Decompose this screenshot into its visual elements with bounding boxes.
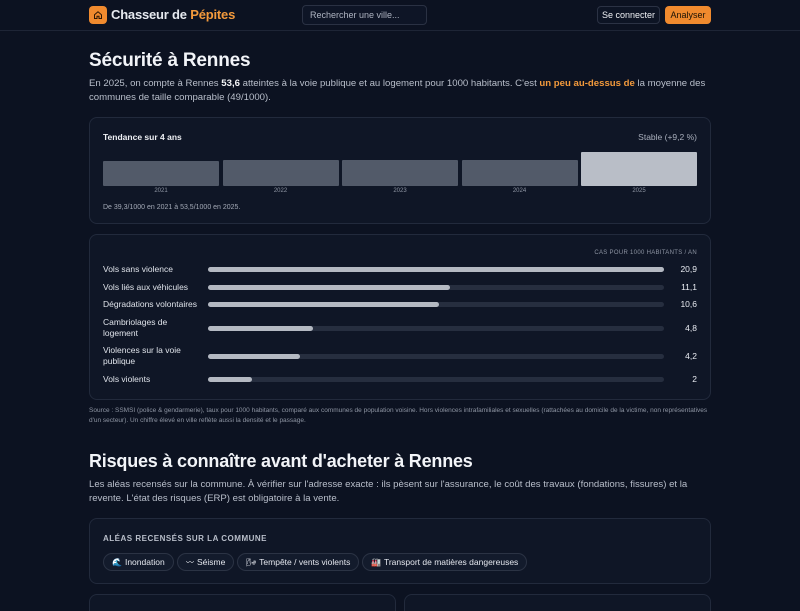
case-row-bar-fill — [208, 354, 300, 359]
case-row-value: 11,1 — [681, 282, 697, 292]
case-row-value: 20,9 — [680, 264, 697, 274]
login-button[interactable]: Se connecter — [597, 6, 660, 24]
intro-text-2: atteintes à la voie publique et au logem… — [239, 78, 540, 89]
case-row-bar-track — [208, 285, 664, 290]
factory-icon: 🏭 — [371, 557, 381, 567]
risks-card: ALÉAS RECENSÉS SUR LA COMMUNE 🌊 Inondatio… — [89, 518, 711, 584]
case-row-bar-track — [208, 267, 664, 272]
case-row-bar-track — [208, 354, 664, 359]
case-row-value: 4,2 — [685, 351, 697, 361]
top-bar: Chasseur de Pépites Se connecter Analyse… — [0, 0, 800, 31]
risk-chip-label: Tempête / vents violents — [259, 557, 351, 567]
case-row-value: 2 — [692, 374, 697, 384]
risk-chip[interactable]: 🌬 Tempête / vents violents — [237, 553, 360, 571]
trend-year-label: 2025 — [632, 188, 646, 194]
case-row-label: Vols sans violence — [103, 264, 173, 274]
case-row-bar-fill — [208, 267, 664, 272]
earthquake-icon: 〰 — [186, 557, 194, 567]
flood-icon: 🌊 — [112, 557, 122, 567]
source-note: Source : SSMSI (police & gendarmerie), t… — [89, 407, 708, 424]
case-row-label: Vols liés aux véhicules — [103, 282, 189, 292]
cases-card: CAS POUR 1000 HABITANTS / AN Vols sans v… — [89, 234, 711, 400]
trend-year-label: 2022 — [273, 188, 288, 194]
case-row-label: Cambriolages de logement — [103, 317, 168, 338]
risk-chip[interactable]: 🌊 Inondation — [103, 553, 174, 571]
risk-chip-label: Inondation — [124, 557, 165, 567]
city-search-input[interactable] — [302, 5, 427, 25]
home-logo-icon[interactable] — [89, 6, 107, 24]
risk-chip[interactable]: 🏭 Transport de matières dangereuses — [362, 553, 528, 571]
trend-bar-2021 — [103, 161, 219, 186]
next-card-right — [404, 594, 711, 611]
trend-bar-2025 — [581, 152, 697, 186]
case-row-value: 10,6 — [680, 299, 697, 309]
risks-card-title: ALÉAS RECENSÉS SUR LA COMMUNE — [103, 534, 267, 543]
trend-bar-2022 — [222, 160, 339, 186]
brand-name-accent: Pépites — [190, 7, 236, 22]
case-row-bar-fill — [208, 326, 313, 331]
trend-bars — [103, 148, 699, 186]
risks-intro: Les aléas recensés sur la commune. À vér… — [89, 479, 688, 504]
case-row-bar-track — [208, 302, 664, 307]
case-row-bar-track — [208, 377, 664, 382]
trend-bar-2024 — [461, 160, 578, 186]
trend-year-label: 2023 — [393, 188, 407, 194]
trend-year-label: 2024 — [512, 188, 527, 194]
trend-title: Tendance sur 4 ans — [103, 132, 182, 142]
trend-note: De 39,3/1000 en 2021 à 53,5/1000 en 2025… — [103, 204, 241, 211]
case-row-label: Violences sur la voie publique — [103, 345, 181, 366]
case-row-label: Vols violents — [103, 374, 151, 384]
trend-year-label: 2021 — [154, 188, 168, 194]
trend-bar-2023 — [342, 160, 458, 186]
risk-chip-label: Transport de matières dangereuses — [383, 557, 519, 567]
case-row-label: Dégradations volontaires — [103, 299, 198, 309]
trend-status: Stable (+9,2 %) — [638, 132, 697, 142]
analyze-button[interactable]: Analyser — [665, 6, 711, 24]
risk-chip[interactable]: 〰 Séisme — [177, 553, 235, 571]
cases-unit-label: CAS POUR 1000 HABITANTS / AN — [594, 250, 697, 256]
case-row-bar-fill — [208, 302, 440, 307]
intro-comparison-highlight: un peu au-dessus de — [539, 78, 635, 89]
next-card-left — [89, 594, 396, 611]
house-icon — [94, 11, 102, 19]
security-title: Sécurité à Rennes — [89, 50, 251, 71]
brand-name-part1: Chasseur de — [111, 7, 191, 22]
case-row-bar-track — [208, 326, 664, 331]
case-row-bar-fill — [208, 377, 252, 382]
intro-rate-value: 53,6 — [221, 78, 240, 89]
case-row-bar-fill — [208, 285, 451, 290]
risk-chip-label: Séisme — [197, 557, 226, 567]
case-row-value: 4,8 — [685, 323, 697, 333]
security-intro: En 2025, on compte à Rennes 53,6 atteint… — [89, 77, 711, 105]
brand-name[interactable]: Chasseur de Pépites — [111, 7, 235, 22]
risks-title: Risques à connaître avant d'acheter à Re… — [89, 451, 473, 471]
wind-icon: 🌬 — [246, 557, 257, 567]
intro-text-1: En 2025, on compte à Rennes — [89, 78, 222, 89]
trend-card: Tendance sur 4 ans Stable (+9,2 %) 2021 2… — [89, 117, 711, 224]
